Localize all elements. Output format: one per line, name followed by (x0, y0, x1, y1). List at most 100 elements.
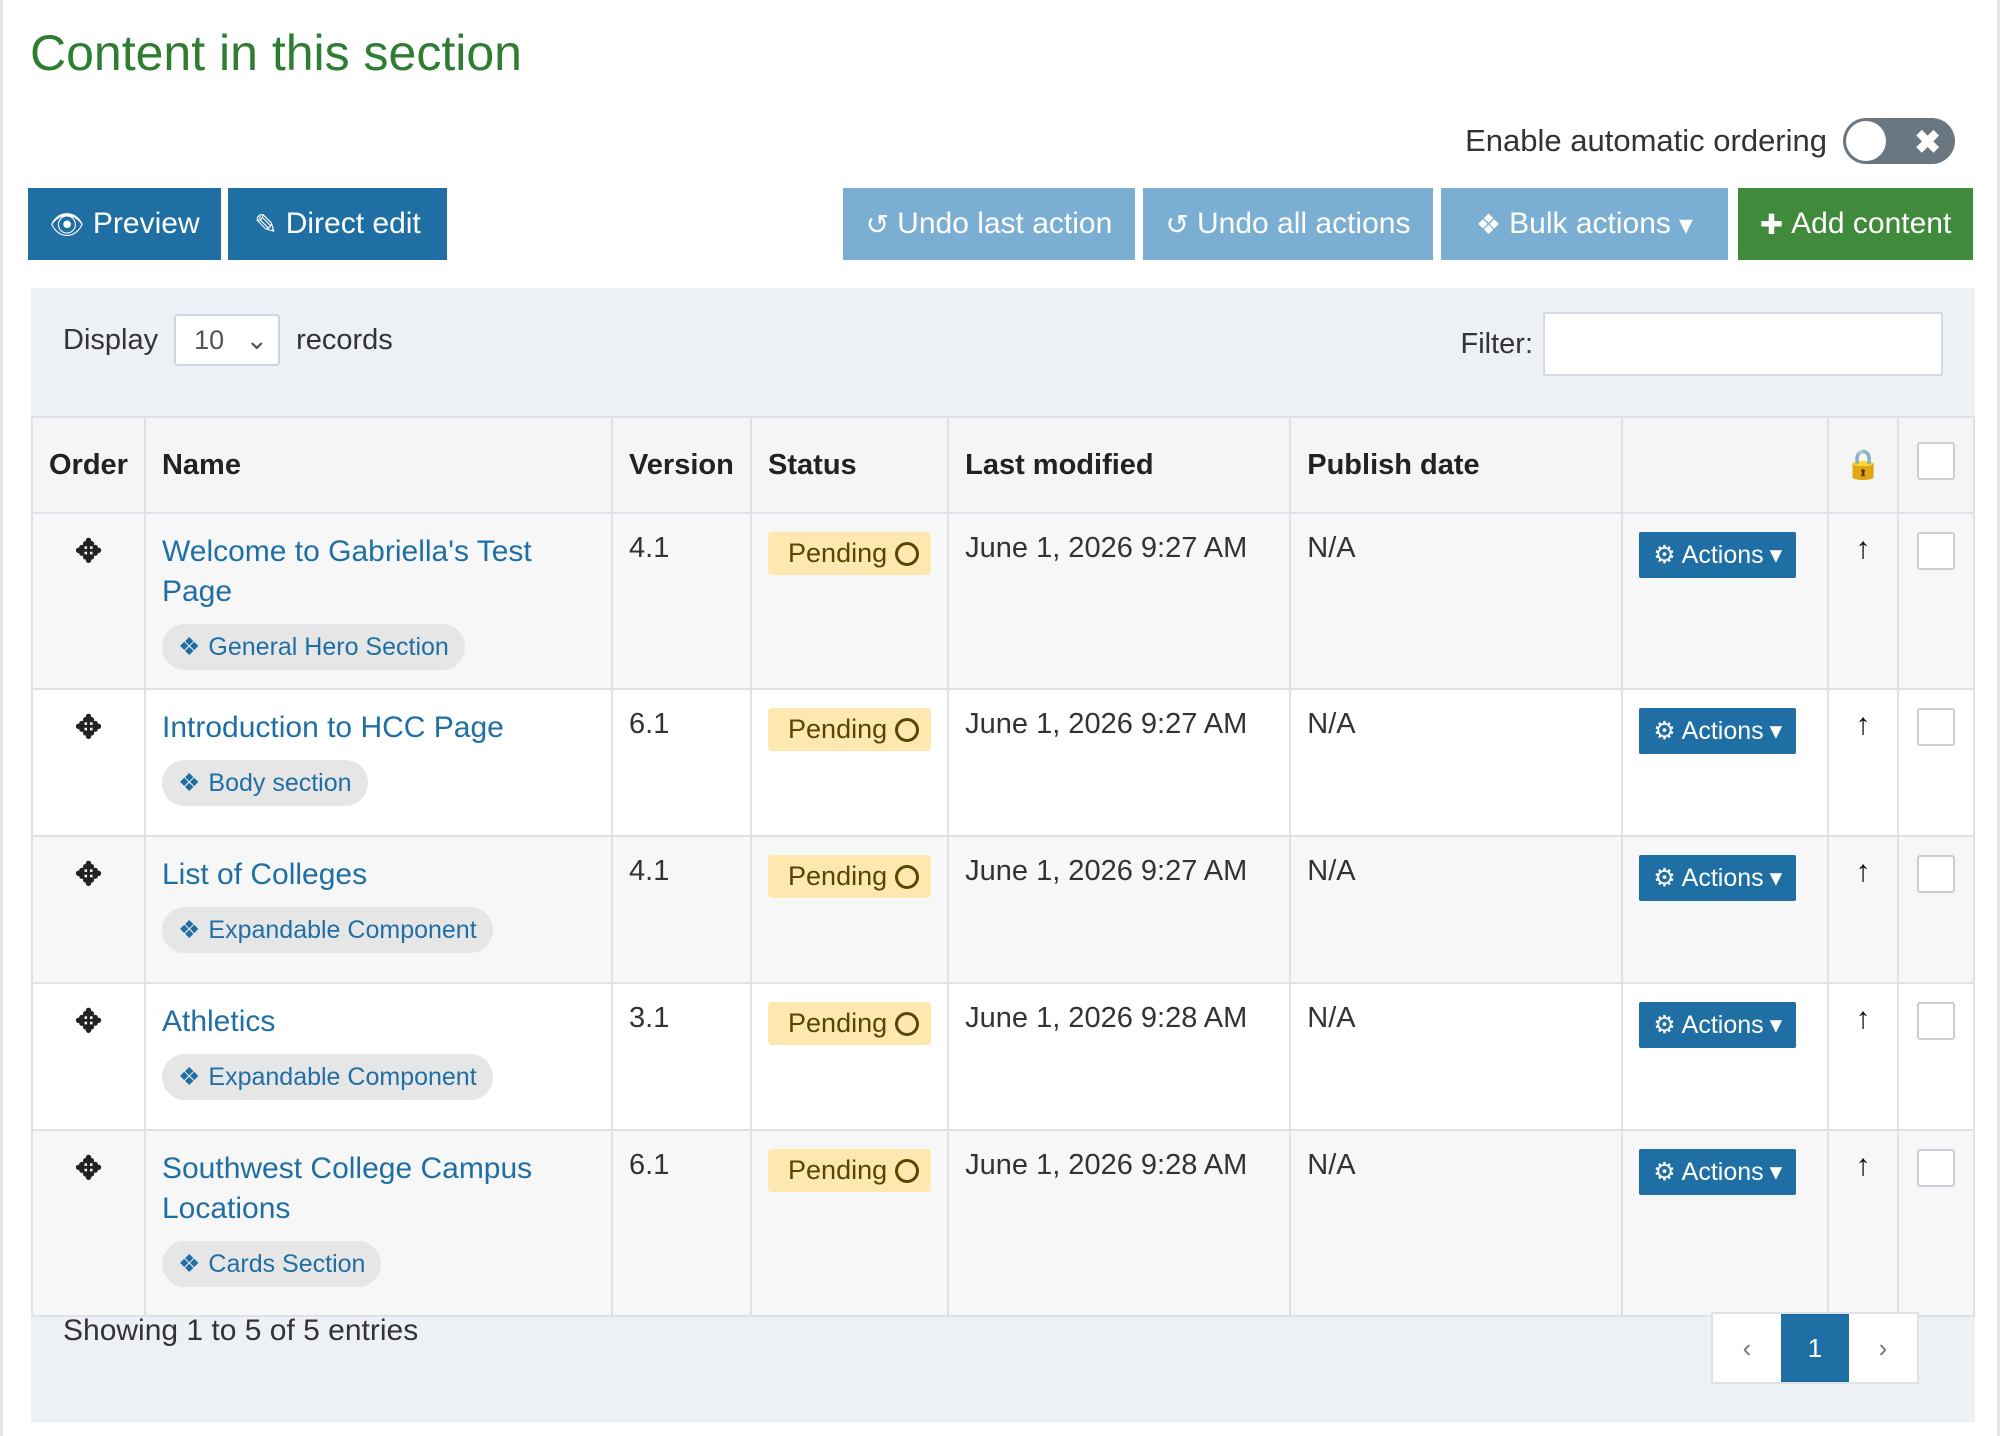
select-cell (1897, 982, 1975, 1131)
row-checkbox[interactable] (1917, 532, 1956, 570)
row-checkbox[interactable] (1917, 1149, 1956, 1187)
undo-icon: ↺ (865, 208, 890, 240)
pencil-icon: ✎ (254, 208, 278, 240)
content-name-link[interactable]: List of Colleges (162, 855, 595, 895)
drag-handle-icon[interactable]: ✥ (75, 856, 102, 892)
preview-button[interactable]: 👁 Preview (28, 188, 221, 260)
last-modified-cell: June 1, 2026 9:27 AM (947, 835, 1292, 984)
actions-cell: ⚙ Actions ▾ (1621, 835, 1829, 984)
undo-all-button[interactable]: ↺ Undo all actions (1143, 188, 1433, 260)
row-checkbox[interactable] (1917, 855, 1956, 893)
status-label: Pending (788, 714, 888, 744)
actions-dropdown-button[interactable]: ⚙ Actions ▾ (1639, 1149, 1797, 1195)
auto-ordering-toggle[interactable]: ✖ (1843, 118, 1955, 164)
caret-down-icon: ▾ (1678, 208, 1693, 240)
add-content-button[interactable]: ✚ Add content (1738, 188, 1973, 260)
cubes-icon: ❖ (177, 769, 201, 797)
column-publish-date[interactable]: Publish date (1289, 416, 1624, 514)
arrow-up-icon[interactable]: ↑ (1855, 532, 1870, 565)
direct-edit-label: Direct edit (285, 207, 421, 240)
select-cell (1897, 1129, 1975, 1317)
content-table: Order Name Version Status Last modified … (31, 416, 1975, 1317)
status-cell: Pending (750, 835, 950, 984)
status-cell: Pending (750, 688, 950, 837)
last-modified-cell: June 1, 2026 9:28 AM (947, 1129, 1292, 1317)
preview-label: Preview (92, 207, 200, 240)
pending-circle-icon (895, 1158, 920, 1183)
content-type-badge: ❖ Cards Section (161, 1241, 382, 1287)
drag-handle-icon[interactable]: ✥ (75, 533, 102, 569)
content-name-link[interactable]: Southwest College Campus Locations (162, 1149, 595, 1229)
content-name-link[interactable]: Introduction to HCC Page (162, 708, 595, 748)
caret-down-icon: ▾ (1769, 717, 1783, 745)
column-version[interactable]: Version (611, 416, 753, 514)
table-row: ✥ Southwest College Campus Locations ❖ Ca… (31, 1129, 1975, 1317)
actions-dropdown-button[interactable]: ⚙ Actions ▾ (1639, 532, 1797, 578)
content-name-link[interactable]: Welcome to Gabriella's Test Page (162, 532, 595, 612)
row-checkbox[interactable] (1917, 1002, 1956, 1040)
drag-handle-icon[interactable]: ✥ (75, 1003, 102, 1039)
filter-label: Filter: (1460, 327, 1534, 360)
arrow-up-icon[interactable]: ↑ (1855, 708, 1870, 741)
lock-icon: 🔒 (1844, 449, 1882, 481)
undo-last-button[interactable]: ↺ Undo last action (843, 188, 1135, 260)
pending-circle-icon (895, 541, 920, 566)
column-name[interactable]: Name (143, 416, 614, 514)
table-row: ✥ Athletics ❖ Expandable Component 3.1 Pe… (31, 982, 1975, 1131)
drag-handle-icon[interactable]: ✥ (75, 1150, 102, 1186)
status-badge: Pending (768, 855, 932, 898)
column-order[interactable]: Order (31, 416, 146, 514)
select-all-checkbox[interactable] (1917, 442, 1956, 480)
status-badge: Pending (768, 1002, 932, 1045)
publish-date-cell: N/A (1289, 512, 1624, 690)
move-up-cell: ↑ (1826, 982, 1900, 1131)
content-name-link[interactable]: Athletics (162, 1002, 595, 1042)
pending-circle-icon (895, 1011, 920, 1036)
filter: Filter: (1460, 312, 1943, 376)
version-cell: 3.1 (611, 982, 753, 1131)
content-type-label: Body section (208, 768, 352, 797)
move-up-cell: ↑ (1826, 512, 1900, 690)
drag-handle-icon[interactable]: ✥ (75, 709, 102, 745)
column-last-modified[interactable]: Last modified (947, 416, 1292, 514)
arrow-up-icon[interactable]: ↑ (1855, 1002, 1870, 1035)
actions-cell: ⚙ Actions ▾ (1621, 1129, 1829, 1317)
status-label: Pending (788, 538, 888, 568)
caret-down-icon: ▾ (1769, 1158, 1783, 1186)
content-type-label: Expandable Component (208, 1062, 477, 1091)
entries-info: Showing 1 to 5 of 5 entries (63, 1314, 419, 1347)
column-status[interactable]: Status (750, 416, 950, 514)
actions-cell: ⚙ Actions ▾ (1621, 512, 1829, 690)
order-cell: ✥ (31, 1129, 146, 1317)
status-cell: Pending (750, 1129, 950, 1317)
bulk-actions-button[interactable]: ❖ Bulk actions ▾ (1441, 188, 1728, 260)
cubes-icon: ❖ (1476, 208, 1502, 240)
records-per-page-select[interactable]: 10 ⌄ (174, 314, 281, 366)
name-cell: Introduction to HCC Page ❖ Body section (143, 688, 614, 837)
actions-cell: ⚙ Actions ▾ (1621, 982, 1829, 1131)
column-actions (1621, 416, 1829, 514)
last-modified-cell: June 1, 2026 9:27 AM (947, 688, 1292, 837)
actions-dropdown-button[interactable]: ⚙ Actions ▾ (1639, 1002, 1797, 1048)
table-row: ✥ Welcome to Gabriella's Test Page ❖ Gene… (31, 512, 1975, 690)
actions-dropdown-button[interactable]: ⚙ Actions ▾ (1639, 708, 1797, 754)
arrow-up-icon[interactable]: ↑ (1855, 855, 1870, 888)
arrow-up-icon[interactable]: ↑ (1855, 1149, 1870, 1182)
filter-input[interactable] (1543, 312, 1943, 376)
x-icon: ✖ (1914, 124, 1941, 160)
prev-page-button[interactable]: ‹ (1713, 1314, 1781, 1382)
direct-edit-button[interactable]: ✎ Direct edit (228, 188, 447, 260)
caret-down-icon: ▾ (1769, 864, 1783, 892)
next-page-button[interactable]: › (1849, 1314, 1917, 1382)
actions-label: Actions (1681, 863, 1764, 892)
name-cell: Southwest College Campus Locations ❖ Card… (143, 1129, 614, 1317)
order-cell: ✥ (31, 835, 146, 984)
status-badge: Pending (768, 708, 932, 751)
undo-icon: ↺ (1165, 208, 1189, 240)
page-1-button[interactable]: 1 (1781, 1314, 1849, 1382)
pending-circle-icon (895, 864, 920, 889)
row-checkbox[interactable] (1917, 708, 1956, 746)
content-type-badge: ❖ Expandable Component (161, 907, 493, 953)
actions-dropdown-button[interactable]: ⚙ Actions ▾ (1639, 855, 1797, 901)
caret-down-icon: ▾ (1769, 541, 1783, 569)
